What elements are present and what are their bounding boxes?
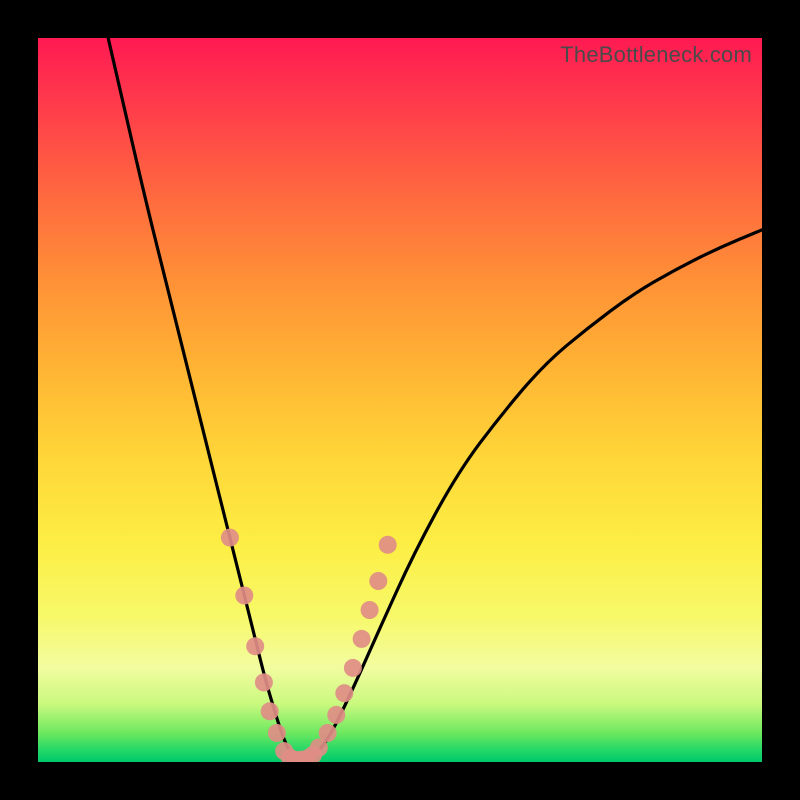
scatter-point (344, 659, 362, 677)
curve-layer (103, 38, 762, 759)
bottleneck-curve (103, 38, 762, 759)
scatter-point (268, 724, 286, 742)
scatter-point (369, 572, 387, 590)
scatter-point (221, 529, 239, 547)
chart-svg (38, 38, 762, 762)
scatter-point (379, 536, 397, 554)
watermark-text: TheBottleneck.com (560, 42, 752, 68)
scatter-point (361, 601, 379, 619)
scatter-point (319, 724, 337, 742)
scatter-point (255, 673, 273, 691)
chart-frame: TheBottleneck.com (0, 0, 800, 800)
scatter-point (261, 702, 279, 720)
scatter-point (327, 706, 345, 724)
scatter-point (246, 637, 264, 655)
scatter-point (235, 587, 253, 605)
plot-area: TheBottleneck.com (38, 38, 762, 762)
scatter-point (335, 684, 353, 702)
scatter-layer (221, 529, 397, 762)
scatter-point (353, 630, 371, 648)
